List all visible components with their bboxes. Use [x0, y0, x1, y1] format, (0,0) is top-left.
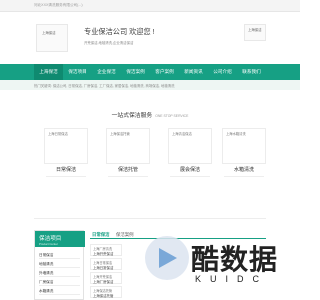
sidebar-item-factory[interactable]: 厂房保洁 — [39, 278, 80, 286]
nav-item-cases[interactable]: 保洁案例 — [121, 64, 150, 80]
section-divider — [34, 218, 266, 219]
top-info-bar: 河北XXX清洗服务有限公司(...) — [0, 0, 300, 12]
header-sub-slogan: 开荒保洁,地毯清洗,企业清洁保洁 — [84, 41, 134, 45]
product-name[interactable]: 上海保洁托管 — [93, 293, 113, 298]
service-name[interactable]: 水箱清洗 — [222, 166, 266, 173]
nav-item-enterprise[interactable]: 企业保洁 — [92, 64, 121, 80]
site-logo[interactable]: 上海保洁 — [36, 24, 68, 52]
sidebar-title: 保洁项目 — [39, 236, 62, 242]
nav-item-about[interactable]: 公司介绍 — [208, 64, 237, 80]
nav-item-home[interactable]: 上海保洁 — [34, 64, 63, 80]
service-card-tank[interactable]: 上海水箱清洗 水箱清洗 — [222, 128, 266, 180]
nav-inner: 上海保洁 保洁项目 企业保洁 保洁案例 客户案例 新闻资讯 公司介绍 联系我们 — [34, 64, 266, 80]
nav-item-clients[interactable]: 客户案例 — [150, 64, 179, 80]
service-name[interactable]: 日常保洁 — [44, 166, 88, 173]
watermark-cn-text: 酷数据 — [191, 243, 279, 276]
hotline-alt-text: 上海保洁 — [248, 28, 262, 32]
product-thumbnail[interactable]: 上海开荒保洁 上海厂房保洁 — [90, 272, 122, 284]
main-nav: 上海保洁 保洁项目 企业保洁 保洁案例 客户案例 新闻资讯 公司介绍 联系我们 — [0, 64, 300, 80]
watermark-logo: 酷数据 KUIDC — [145, 228, 285, 298]
sidebar-item-tank[interactable]: 水箱清洗 — [39, 287, 80, 295]
nav-item-news[interactable]: 新闻资讯 — [179, 64, 208, 80]
sidebar-subtitle: Product Center — [39, 242, 58, 246]
service-image-alt: 上海清洁保洁 — [172, 132, 192, 136]
logo-alt-text: 上海保洁 — [42, 31, 56, 35]
product-thumbnail[interactable]: 上海保洁托管 上海保洁托管 — [90, 286, 122, 298]
hotline-image: 上海保洁 — [244, 24, 266, 41]
play-icon — [159, 248, 177, 268]
nav-item-contact[interactable]: 联系我们 — [237, 64, 266, 80]
sidebar-item-facade[interactable]: 外墙清洗 — [39, 269, 80, 277]
service-name[interactable]: 保洁托管 — [106, 166, 150, 173]
header-slogan: 专业保洁公司 欢迎您 ! — [84, 27, 155, 36]
sidebar-item-carpet[interactable]: 地毯清洗 — [39, 260, 80, 268]
hot-keywords: 热门关键词: 保洁公司, 日常保洁, 厂房保洁, 工厂保洁, 家居保洁, 地毯清… — [34, 84, 175, 88]
product-thumbnail[interactable]: 上海日常保洁 上海日常保洁 — [90, 258, 122, 270]
nav-item-projects[interactable]: 保洁项目 — [63, 64, 92, 80]
watermark-latin-text: KUIDC — [195, 274, 269, 284]
service-image[interactable]: 上海日常保洁 — [44, 128, 88, 164]
service-image[interactable]: 上海清洁保洁 — [168, 128, 212, 164]
company-name-text: 河北XXX清洗服务有限公司(...) — [34, 3, 83, 7]
services-subtitle: ONE STOP SERVICE — [155, 114, 189, 118]
service-card-exhibition[interactable]: 上海清洁保洁 展会保洁 — [168, 128, 212, 180]
service-image-alt: 上海水箱清洗 — [226, 132, 246, 136]
product-name[interactable]: 上海日常保洁 — [93, 265, 113, 270]
service-image[interactable]: 上海保洁托管 — [106, 128, 150, 164]
divider — [46, 176, 86, 177]
service-card-custody[interactable]: 上海保洁托管 保洁托管 — [106, 128, 150, 180]
divider — [224, 176, 264, 177]
service-image-alt: 上海日常保洁 — [48, 132, 68, 136]
sidebar-header: 保洁项目 Product Center — [35, 231, 85, 247]
product-thumbnail[interactable]: 上海厂房清洗 上海开荒保洁 — [90, 244, 122, 256]
service-image-alt: 上海保洁托管 — [110, 132, 130, 136]
divider — [108, 176, 148, 177]
service-card-daily[interactable]: 上海日常保洁 日常保洁 — [44, 128, 88, 180]
sidebar-item-daily[interactable]: 日常保洁 — [39, 251, 80, 259]
service-image[interactable]: 上海水箱清洗 — [222, 128, 266, 164]
services-title: 一站式保洁服务 — [111, 113, 153, 119]
tab-daily[interactable]: 日常保洁 — [92, 230, 110, 239]
divider — [170, 176, 210, 177]
product-sidebar: 保洁项目 Product Center 日常保洁 地毯清洗 外墙清洗 厂房保洁 … — [34, 230, 85, 300]
tab-cases[interactable]: 保洁案例 — [116, 230, 134, 239]
product-name[interactable]: 上海开荒保洁 — [93, 251, 113, 256]
service-name[interactable]: 展会保洁 — [168, 166, 212, 173]
services-heading: 一站式保洁服务 ONE STOP SERVICE — [0, 110, 300, 119]
product-name[interactable]: 上海厂房保洁 — [93, 279, 113, 284]
